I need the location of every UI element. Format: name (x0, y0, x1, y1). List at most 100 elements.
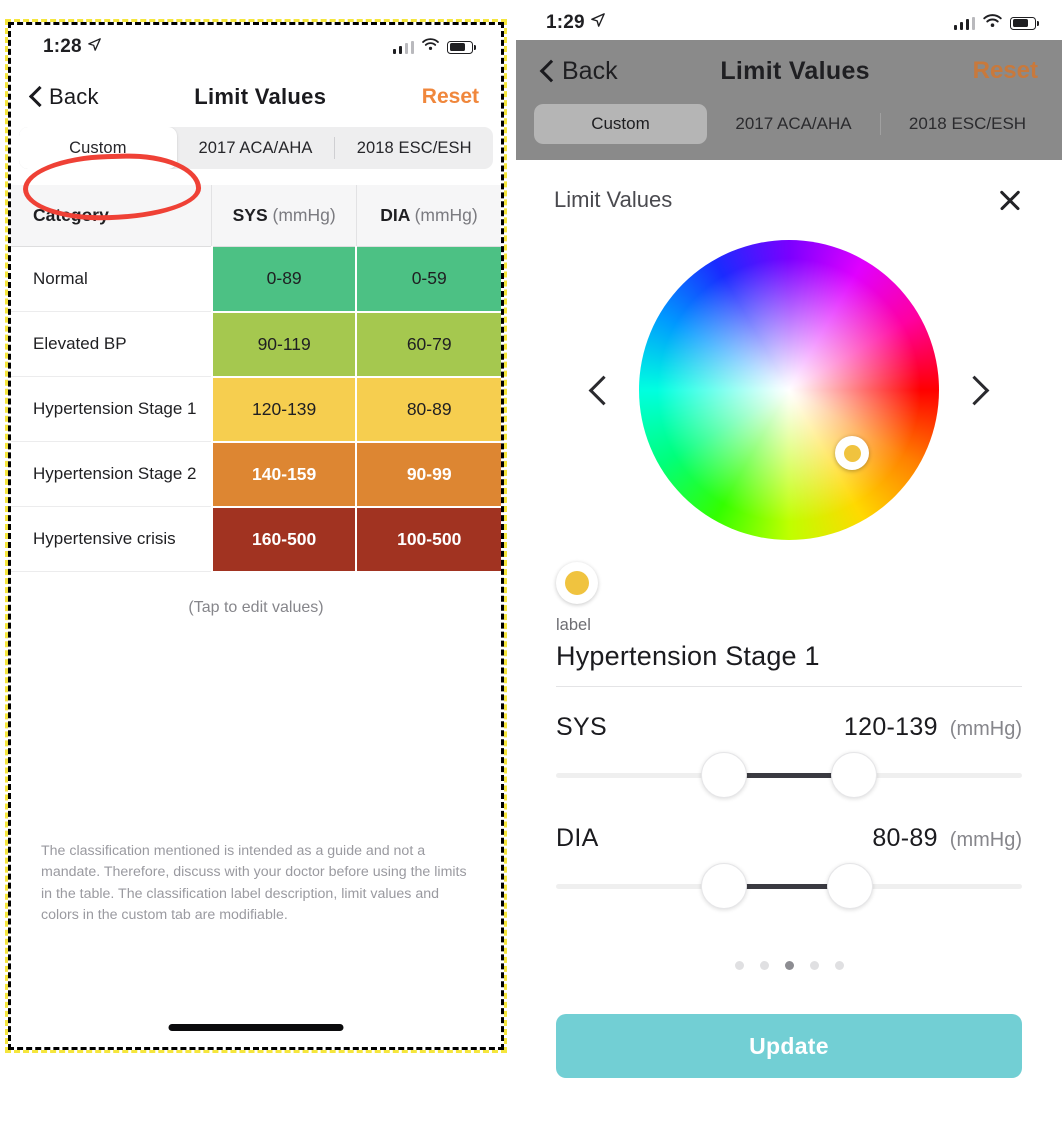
table-body: Normal 0-89 0-59 Elevated BP 90-119 60-79 Hype… (11, 246, 501, 573)
header-dia-text: DIA (380, 205, 410, 225)
cell-category: Elevated BP (11, 311, 212, 377)
header-sys-text: SYS (232, 205, 268, 225)
cell-dia[interactable]: 0-59 (355, 246, 501, 313)
slider-unit: (mmHg) (949, 829, 1022, 851)
cell-sys[interactable]: 90-119 (210, 311, 357, 378)
status-time-group: 1:28 (43, 36, 101, 58)
slider-handle-low[interactable] (700, 863, 747, 909)
label-caption: label (556, 616, 591, 634)
status-time: 1:28 (43, 36, 82, 57)
slider-handle-high[interactable] (826, 863, 873, 909)
slider-value: 120-139 (843, 713, 938, 741)
tab-2018-esc-esh[interactable]: 2018 ESC/ESH (335, 127, 493, 169)
table-header-row: Category SYS (mmHg) DIA (mmHg) (11, 185, 501, 247)
slider-block-sys: SYS 120-139 (mmHg) (556, 713, 1022, 798)
tab-2017-aca-aha[interactable]: 2017 ACA/AHA (707, 104, 880, 144)
slider-handle-high[interactable] (831, 752, 878, 798)
slider-value-group: 80-89 (mmHg) (872, 824, 1022, 853)
page-dot[interactable] (784, 961, 794, 970)
header-dia: DIA (mmHg) (355, 185, 501, 247)
cellular-bars-icon (392, 40, 414, 54)
header-sys: SYS (mmHg) (211, 185, 357, 247)
update-button[interactable]: Update (556, 1014, 1022, 1078)
chevron-left-icon[interactable] (585, 364, 619, 416)
screenshot-root: 1:28 Back Limit Values Reset Custom 2017… (0, 0, 1062, 1130)
right-nav-bar: Back Limit Values Reset (516, 40, 1062, 102)
table-row[interactable]: Hypertension Stage 2 140-159 90-99 (11, 441, 501, 508)
page-dot[interactable] (734, 961, 744, 970)
left-segmented-control-wrap: Custom 2017 ACA/AHA 2018 ESC/ESH (11, 125, 501, 169)
table-row[interactable]: Normal 0-89 0-59 (11, 246, 501, 313)
status-indicators (392, 38, 476, 56)
cell-sys[interactable]: 160-500 (210, 506, 357, 573)
cell-sys[interactable]: 0-89 (210, 246, 357, 313)
cell-dia[interactable]: 100-500 (355, 506, 501, 573)
tab-2017-aca-aha[interactable]: 2017 ACA/AHA (177, 127, 335, 169)
page-dot[interactable] (834, 961, 844, 970)
right-phone-screenshot: 1:29 Back Limit Values Reset Custom 2017… (516, 0, 1062, 1130)
location-arrow-icon (87, 35, 101, 57)
status-indicators-right (953, 13, 1039, 33)
reset-button[interactable]: Reset (973, 57, 1038, 85)
cell-dia[interactable]: 80-89 (355, 376, 501, 443)
back-button[interactable]: Back (540, 57, 618, 86)
slider-header: SYS 120-139 (mmHg) (556, 713, 1022, 742)
tab-custom[interactable]: Custom (534, 104, 707, 144)
cell-dia[interactable]: 90-99 (355, 441, 501, 508)
cell-category: Hypertension Stage 1 (11, 376, 212, 442)
table-row[interactable]: Hypertension Stage 1 120-139 80-89 (11, 376, 501, 443)
left-nav-bar: Back Limit Values Reset (11, 69, 501, 125)
cell-category: Hypertensive crisis (11, 506, 212, 572)
swatch-fill (565, 571, 589, 595)
chevron-left-icon (540, 59, 554, 83)
color-knob-icon[interactable] (835, 436, 869, 470)
chevron-right-icon[interactable] (959, 364, 993, 416)
color-picker-row (524, 240, 1054, 540)
sheet-header: Limit Values (524, 160, 1054, 214)
slider-block-dia: DIA 80-89 (mmHg) (556, 824, 1022, 909)
back-button-label: Back (562, 56, 618, 85)
selected-color-swatch-row (524, 540, 1054, 604)
range-slider[interactable] (556, 752, 1022, 798)
page-title: Limit Values (194, 84, 327, 109)
segmented-control[interactable]: Custom 2017 ACA/AHA 2018 ESC/ESH (534, 104, 1054, 144)
slider-name: DIA (556, 824, 599, 852)
left-phone-screenshot: 1:28 Back Limit Values Reset Custom 2017… (5, 19, 507, 1053)
back-button[interactable]: Back (29, 84, 99, 110)
home-indicator[interactable] (168, 1024, 344, 1031)
tap-to-edit-hint: (Tap to edit values) (188, 598, 324, 616)
reset-button[interactable]: Reset (422, 85, 479, 109)
close-icon[interactable] (996, 186, 1024, 214)
range-slider[interactable] (556, 863, 1022, 909)
cellular-bars-icon (953, 16, 975, 30)
slider-name: SYS (556, 713, 607, 741)
table-row[interactable]: Hypertensive crisis 160-500 100-500 (11, 506, 501, 573)
page-indicator-dots[interactable] (524, 961, 1054, 970)
location-arrow-icon (591, 11, 605, 33)
color-wheel[interactable] (639, 240, 939, 540)
segmented-control[interactable]: Custom 2017 ACA/AHA 2018 ESC/ESH (19, 127, 493, 169)
table-row[interactable]: Elevated BP 90-119 60-79 (11, 311, 501, 378)
cell-dia[interactable]: 60-79 (355, 311, 501, 378)
page-title: Limit Values (720, 56, 870, 85)
cell-sys[interactable]: 120-139 (210, 376, 357, 443)
sheet-title: Limit Values (554, 187, 673, 212)
selected-color-swatch[interactable] (556, 562, 598, 604)
left-status-bar: 1:28 (11, 25, 501, 69)
chevron-left-icon (29, 86, 42, 108)
right-segmented-control-wrap: Custom 2017 ACA/AHA 2018 ESC/ESH (534, 104, 1054, 144)
slider-handle-low[interactable] (700, 752, 747, 798)
tab-custom[interactable]: Custom (19, 127, 177, 169)
page-dot[interactable] (809, 961, 819, 970)
label-value[interactable]: Hypertension Stage 1 (556, 641, 1022, 687)
page-dot[interactable] (759, 961, 769, 970)
status-time-right: 1:29 (546, 12, 585, 33)
back-button-label: Back (49, 84, 99, 109)
slider-header: DIA 80-89 (mmHg) (556, 824, 1022, 853)
slider-value: 80-89 (872, 824, 938, 852)
battery-icon (447, 40, 476, 54)
slider-unit: (mmHg) (949, 718, 1022, 740)
tab-2018-esc-esh[interactable]: 2018 ESC/ESH (881, 104, 1054, 144)
header-category: Category (11, 185, 212, 247)
cell-sys[interactable]: 140-159 (210, 441, 357, 508)
